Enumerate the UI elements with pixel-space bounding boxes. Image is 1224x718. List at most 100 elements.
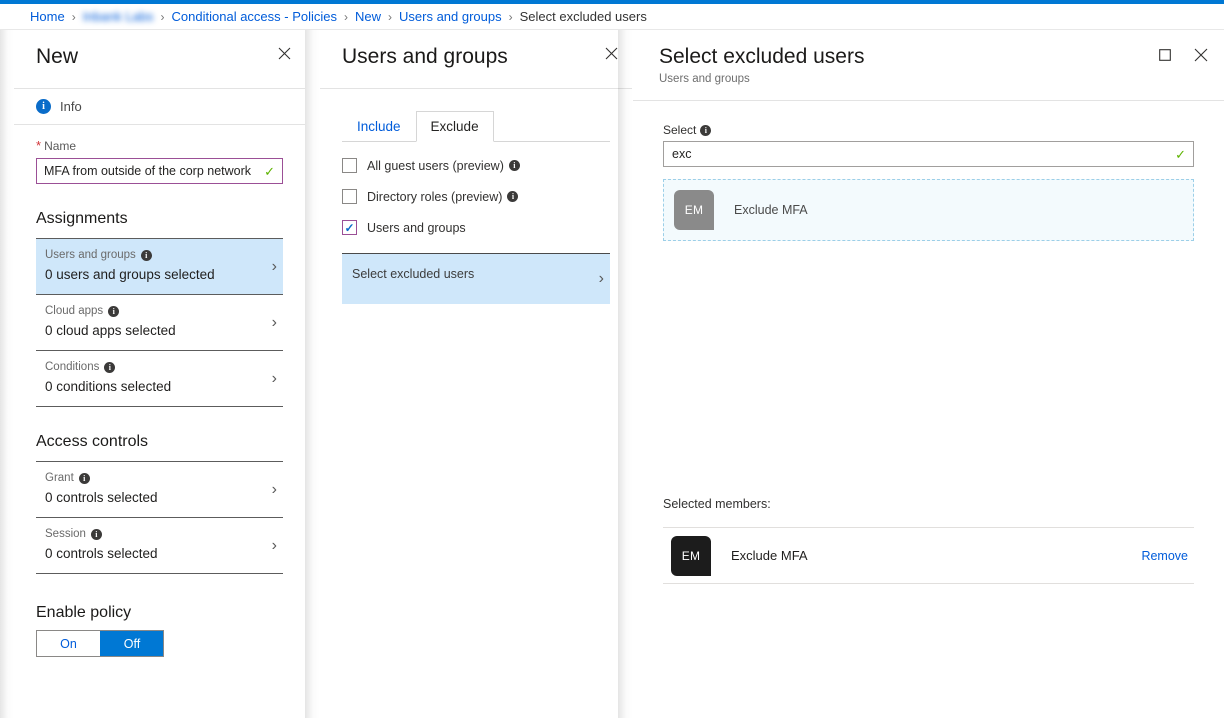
name-field-label: * Name	[36, 139, 283, 153]
include-exclude-tabs: Include Exclude	[320, 111, 632, 142]
nav-item-users-and-groups[interactable]: Users and groups i 0 users and groups se…	[36, 238, 283, 294]
nav-item-label: Cloud apps	[45, 305, 104, 317]
avatar: EM	[674, 190, 714, 230]
chevron-right-icon: ›	[271, 313, 277, 331]
enable-policy-title: Enable policy	[36, 604, 132, 621]
breadcrumb-separator: ›	[388, 9, 393, 24]
close-icon[interactable]	[1192, 46, 1210, 64]
enable-policy-off-button[interactable]: Off	[100, 631, 163, 656]
tab-include[interactable]: Include	[342, 111, 416, 142]
nav-item-value: 0 conditions selected	[45, 379, 172, 394]
checkbox-box[interactable]: ✓	[342, 220, 357, 235]
select-search-input[interactable]	[664, 142, 1193, 166]
selected-members-label: Selected members:	[663, 497, 771, 511]
nav-item-value: 0 cloud apps selected	[45, 323, 176, 338]
nav-item-conditions[interactable]: Conditions i 0 conditions selected ›	[36, 350, 283, 407]
remove-member-button[interactable]: Remove	[1141, 549, 1188, 563]
name-input-wrapper: ✓	[36, 158, 283, 184]
chevron-right-icon: ›	[598, 270, 604, 287]
breadcrumb-separator: ›	[344, 9, 348, 24]
assignments-section-title: Assignments	[36, 210, 128, 227]
info-icon[interactable]: i	[700, 124, 712, 136]
info-icon[interactable]: i	[78, 473, 90, 484]
blade-new-header: New	[14, 30, 305, 70]
selected-member-row: EM Exclude MFA Remove	[663, 527, 1194, 584]
chevron-right-icon: ›	[271, 257, 277, 275]
access-controls-section-title: Access controls	[36, 433, 149, 450]
blade-select-excluded-users: Select excluded users Users and groups S…	[633, 30, 1224, 718]
checkbox-users-and-groups[interactable]: ✓ Users and groups	[320, 220, 632, 235]
selected-member-name: Exclude MFA	[731, 548, 808, 563]
name-label-text: Name	[44, 139, 77, 153]
checkmark-icon: ✓	[264, 163, 275, 179]
checkbox-label: Users and groups	[367, 221, 466, 235]
nav-item-label: Conditions	[45, 361, 100, 373]
nav-item-session[interactable]: Session i 0 controls selected ›	[36, 517, 283, 574]
blade-users-header: Users and groups	[320, 30, 632, 70]
info-icon[interactable]: i	[140, 250, 152, 261]
checkbox-label: All guest users (preview) i	[367, 159, 520, 173]
info-icon[interactable]: i	[90, 529, 102, 540]
info-icon[interactable]: i	[507, 191, 519, 202]
nav-item-label-row: Conditions i	[45, 360, 257, 375]
nav-item-cloud-apps[interactable]: Cloud apps i 0 cloud apps selected ›	[36, 294, 283, 350]
search-result-item[interactable]: EM Exclude MFA	[674, 188, 1183, 232]
info-icon: i	[36, 99, 51, 114]
chevron-right-icon: ›	[271, 536, 277, 554]
breadcrumb-separator: ›	[508, 9, 513, 24]
breadcrumb-separator: ›	[160, 9, 165, 24]
close-icon[interactable]	[275, 44, 293, 62]
blade-shadow-left	[0, 30, 14, 718]
blade-new-policy: New i Info * Name ✓ Assignments Users an…	[14, 30, 305, 718]
nav-item-label: Session	[45, 528, 86, 540]
checkbox-label-text: Users and groups	[367, 220, 466, 235]
checkbox-all-guest-users[interactable]: All guest users (preview) i	[320, 158, 632, 173]
nav-item-grant[interactable]: Grant i 0 controls selected ›	[36, 461, 283, 517]
search-results-list[interactable]: EM Exclude MFA	[663, 179, 1194, 241]
checkbox-label: Directory roles (preview) i	[367, 190, 519, 204]
access-controls-list: Grant i 0 controls selected › Session i …	[14, 461, 305, 574]
blade-shadow-users	[305, 30, 320, 718]
divider	[633, 100, 1224, 101]
name-input[interactable]	[37, 159, 282, 183]
maximize-icon[interactable]	[1156, 46, 1174, 64]
checkbox-box[interactable]	[342, 158, 357, 173]
required-marker: *	[36, 138, 42, 153]
blade-users-and-groups: Users and groups Include Exclude All gue…	[320, 30, 632, 718]
nav-item-label-row: Session i	[45, 527, 257, 542]
info-icon[interactable]: i	[508, 160, 520, 171]
info-banner: i Info	[14, 89, 305, 125]
select-excluded-users-picker[interactable]: Select excluded users ›	[342, 253, 610, 304]
tab-exclude[interactable]: Exclude	[415, 111, 494, 142]
blade-select-title: Select excluded users	[659, 45, 865, 68]
checkmark-icon: ✓	[344, 220, 355, 235]
breadcrumb-item-select-excluded-users: Select excluded users	[519, 9, 647, 24]
nav-item-label-row: Cloud apps i	[45, 304, 257, 319]
info-icon[interactable]: i	[104, 362, 116, 373]
nav-item-value: 0 controls selected	[45, 546, 158, 561]
blade-select-body: Select i ✓ EM Exclude MFA Selected membe…	[633, 123, 1224, 584]
picker-label: Select excluded users	[352, 267, 475, 281]
checkmark-icon: ✓	[1175, 146, 1186, 162]
nav-item-value: 0 users and groups selected	[45, 267, 215, 282]
breadcrumb-item-users-and-groups[interactable]: Users and groups	[399, 9, 502, 24]
info-banner-label: Info	[60, 99, 82, 114]
divider	[320, 88, 632, 89]
search-result-name: Exclude MFA	[734, 203, 808, 217]
nav-item-label-row: Grant i	[45, 471, 257, 486]
checkbox-directory-roles[interactable]: Directory roles (preview) i	[320, 189, 632, 204]
enable-policy-on-button[interactable]: On	[37, 631, 100, 656]
breadcrumb-separator: ›	[71, 9, 76, 24]
breadcrumb: Home › Inbank Labs › Conditional access …	[0, 4, 1224, 30]
breadcrumb-item-conditional-access-policies[interactable]: Conditional access - Policies	[172, 9, 337, 24]
name-field-block: * Name ✓	[14, 125, 305, 184]
select-label-text: Select	[663, 123, 697, 137]
blade-new-title: New	[36, 45, 79, 68]
breadcrumb-item-new[interactable]: New	[355, 9, 381, 24]
nav-item-label: Grant	[45, 472, 74, 484]
breadcrumb-item-home[interactable]: Home	[30, 9, 65, 24]
breadcrumb-item-tenant-redacted[interactable]: Inbank Labs	[83, 9, 154, 24]
info-icon[interactable]: i	[108, 306, 120, 317]
enable-policy-toggle: On Off	[36, 630, 164, 657]
checkbox-box[interactable]	[342, 189, 357, 204]
